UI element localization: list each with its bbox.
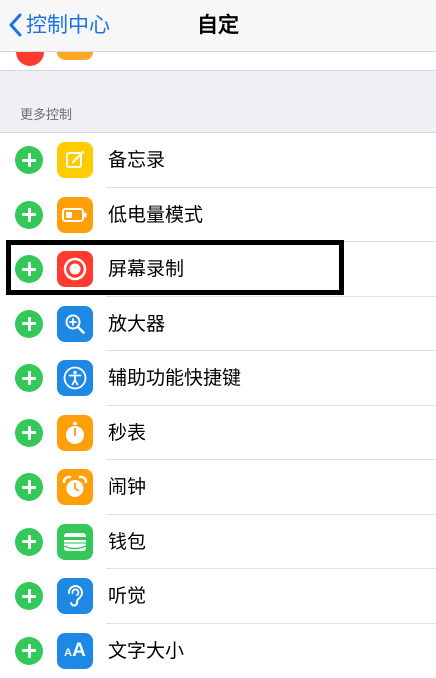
control-label: 低电量模式 (108, 188, 203, 243)
partial-included-control-row (0, 52, 436, 70)
add-button[interactable] (15, 528, 43, 556)
partial-app-icon (57, 52, 93, 60)
control-row-stopwatch: 秒表 (0, 406, 436, 461)
control-label: 听觉 (108, 569, 146, 624)
add-button[interactable] (15, 582, 43, 610)
alarm-icon (57, 469, 93, 505)
navigation-bar: 控制中心 自定 (0, 0, 436, 52)
add-button[interactable] (15, 201, 43, 229)
add-button[interactable] (15, 364, 43, 392)
more-controls-list: 备忘录 低电量模式 屏幕录制 (0, 132, 436, 678)
stopwatch-icon (57, 415, 93, 451)
section-header: 更多控制 (20, 104, 72, 123)
control-label: 屏幕录制 (108, 242, 184, 297)
page-title: 自定 (0, 10, 436, 40)
battery-icon (57, 197, 93, 233)
magnifier-icon (57, 306, 93, 342)
section-gap: 更多控制 (0, 70, 436, 132)
control-row-screen-recording: 屏幕录制 (0, 242, 436, 297)
control-row-alarm: 闹钟 (0, 460, 436, 515)
control-label: 放大器 (108, 297, 165, 352)
control-label: 秒表 (108, 406, 146, 461)
control-row-magnifier: 放大器 (0, 297, 436, 352)
add-button[interactable] (15, 473, 43, 501)
control-label: 辅助功能快捷键 (108, 351, 241, 406)
accessibility-icon (57, 360, 93, 396)
wallet-icon (57, 524, 93, 560)
add-button[interactable] (15, 310, 43, 338)
ear-icon (57, 578, 93, 614)
record-icon (57, 251, 93, 287)
control-label: 闹钟 (108, 460, 146, 515)
control-row-low-power: 低电量模式 (0, 188, 436, 243)
text-size-icon: AA (57, 633, 93, 669)
control-row-wallet: 钱包 (0, 515, 436, 570)
control-label: 钱包 (108, 515, 146, 570)
control-row-hearing: 听觉 (0, 569, 436, 624)
control-row-notes: 备忘录 (0, 133, 436, 188)
remove-button[interactable] (16, 52, 44, 66)
add-button[interactable] (15, 146, 43, 174)
add-button[interactable] (15, 255, 43, 283)
control-label: 备忘录 (108, 133, 165, 188)
add-button[interactable] (15, 637, 43, 665)
add-button[interactable] (15, 419, 43, 447)
notes-icon (57, 142, 93, 178)
control-row-accessibility-shortcut: 辅助功能快捷键 (0, 351, 436, 406)
